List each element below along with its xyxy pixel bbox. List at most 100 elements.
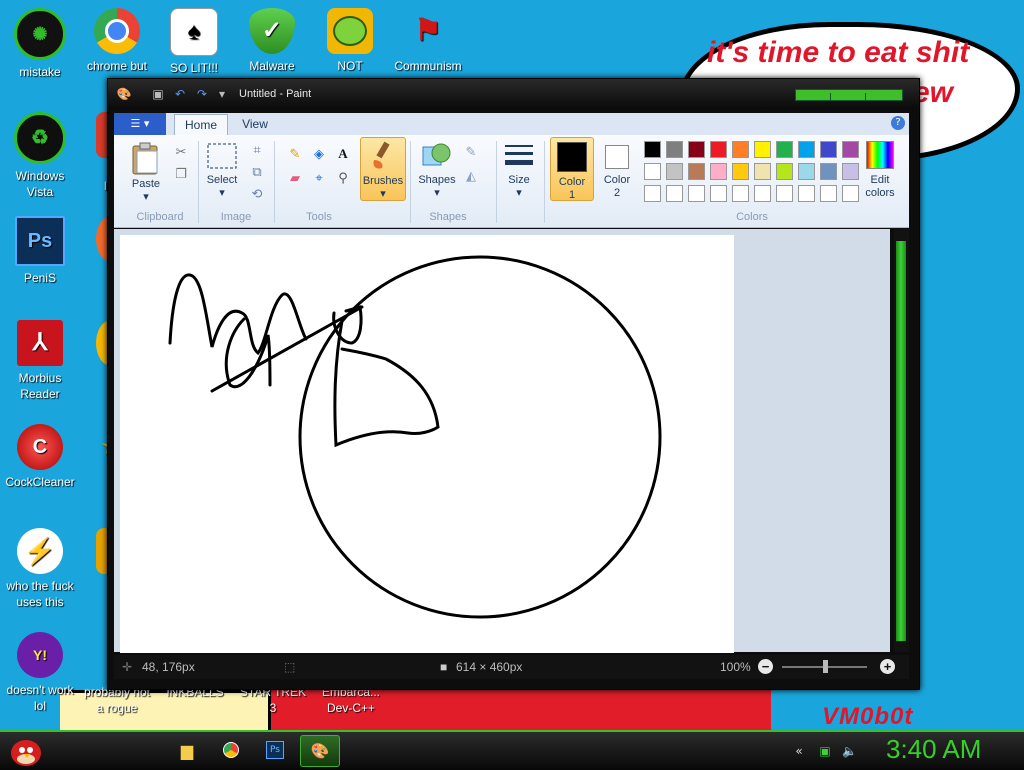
tray-expand-icon[interactable]: « [792, 744, 806, 758]
rotate-icon[interactable]: ⟲ [246, 183, 268, 205]
palette-swatch[interactable] [666, 163, 683, 180]
select-dropdown-icon[interactable]: ▾ [219, 187, 225, 199]
paste-icon [132, 142, 158, 175]
folder-icon: ▆ [180, 740, 194, 760]
palette-swatch[interactable] [798, 163, 815, 180]
select-button[interactable]: Select ▾ [202, 141, 242, 200]
help-icon[interactable]: ? [891, 116, 905, 130]
taskbar-photoshop-button[interactable]: Ps [256, 735, 294, 765]
taskbar-paint-button[interactable]: 🎨 [300, 735, 340, 767]
network-icon[interactable]: ▣ [818, 744, 832, 758]
shapes-label: Shapes [418, 174, 456, 186]
taskbar-chrome-button[interactable] [212, 735, 250, 765]
palette-swatch[interactable] [820, 163, 837, 180]
palette-swatch[interactable] [754, 163, 771, 180]
scrollbar-thumb[interactable] [896, 241, 906, 641]
color1-button[interactable]: Color 1 [550, 137, 594, 201]
maximize-button[interactable] [831, 93, 866, 101]
palette-swatch[interactable] [732, 185, 749, 202]
eraser-icon[interactable]: ▰ [284, 167, 306, 189]
ribbon-separator [496, 141, 497, 223]
cut-icon[interactable]: ✂ [170, 141, 192, 163]
palette-swatch[interactable] [666, 141, 683, 158]
palette-swatch[interactable] [732, 141, 749, 158]
zoom-in-button[interactable]: + [880, 659, 895, 674]
resize-icon[interactable]: ⧉ [246, 161, 268, 183]
palette-swatch[interactable] [820, 141, 837, 158]
close-button[interactable] [866, 93, 900, 101]
pencil-icon[interactable]: ✎ [284, 143, 306, 165]
edit-colors-button[interactable]: Edit colors [858, 141, 902, 200]
palette-swatch[interactable] [842, 185, 859, 202]
start-button[interactable] [6, 734, 46, 768]
drawing-canvas[interactable] [120, 235, 734, 653]
paste-dropdown-icon[interactable]: ▾ [143, 191, 149, 203]
tab-view[interactable]: View [232, 114, 278, 135]
ribbon-tabs: ☰ ▾ Home View ? [114, 113, 909, 136]
magnifier-icon[interactable]: ⚲ [332, 167, 354, 189]
customize-dropdown-icon[interactable]: ▾ [214, 87, 230, 101]
text-icon[interactable]: A [332, 143, 354, 165]
desktop-icon-malware[interactable]: ✓ Malware [232, 8, 312, 74]
palette-swatch[interactable] [732, 163, 749, 180]
brushes-button[interactable]: Brushes ▾ [360, 137, 406, 201]
palette-swatch[interactable] [644, 141, 661, 158]
palette-swatch[interactable] [842, 141, 859, 158]
volume-icon[interactable]: 🔈 [842, 744, 857, 758]
paste-button[interactable]: Paste ▾ [124, 141, 168, 204]
palette-swatch[interactable] [688, 185, 705, 202]
taskbar-explorer-button[interactable]: ▆ [168, 735, 206, 765]
brushes-dropdown-icon[interactable]: ▾ [380, 188, 386, 200]
desktop-icon-doesnt-work[interactable]: Y! doesn't work lol [0, 632, 80, 714]
palette-swatch[interactable] [820, 185, 837, 202]
color-picker-icon[interactable]: ⌖ [308, 167, 330, 189]
desktop-icon-so-lit[interactable]: ♠ SO LIT!!! [154, 8, 234, 76]
taskbar-clock[interactable]: 3:40 AM [886, 734, 981, 765]
title-bar[interactable]: 🎨 ▣ ↶ ↷ ▾ Untitled - Paint [108, 79, 919, 109]
color2-button[interactable]: Color 2 [596, 137, 638, 199]
palette-swatch[interactable] [688, 141, 705, 158]
outline-icon[interactable]: ✎ [460, 141, 482, 163]
copy-icon[interactable]: ❐ [170, 163, 192, 185]
desktop-icon-not[interactable]: NOT [310, 8, 390, 74]
palette-swatch[interactable] [710, 185, 727, 202]
ccleaner-icon: C [17, 424, 63, 470]
vertical-scrollbar[interactable] [894, 229, 909, 652]
paint-app-icon[interactable]: 🎨 [116, 87, 132, 101]
desktop-icon-mistake[interactable]: ✺ mistake [0, 8, 80, 80]
palette-swatch[interactable] [710, 141, 727, 158]
shapes-button[interactable]: Shapes ▾ [416, 141, 458, 200]
palette-swatch[interactable] [776, 141, 793, 158]
palette-swatch[interactable] [842, 163, 859, 180]
palette-swatch[interactable] [644, 163, 661, 180]
palette-swatch[interactable] [798, 141, 815, 158]
zoom-out-button[interactable]: − [758, 659, 773, 674]
undo-icon[interactable]: ↶ [172, 87, 188, 101]
status-bar: ✛ 48, 176px ⬚ ■ 614 × 460px 100% − + [114, 655, 909, 679]
zoom-slider-thumb[interactable] [823, 660, 828, 673]
shapes-dropdown-icon[interactable]: ▾ [434, 187, 440, 199]
palette-swatch[interactable] [798, 185, 815, 202]
palette-swatch[interactable] [666, 185, 683, 202]
size-button[interactable]: Size ▾ [500, 141, 538, 200]
fill-shape-icon[interactable]: ◭ [460, 165, 482, 187]
tab-home[interactable]: Home [174, 114, 228, 136]
desktop-icon-label: SO LIT!!! [169, 61, 218, 75]
minimize-button[interactable] [796, 93, 831, 101]
palette-swatch[interactable] [754, 141, 771, 158]
redo-icon[interactable]: ↷ [194, 87, 210, 101]
crop-icon[interactable]: ⌗ [246, 139, 268, 161]
palette-swatch[interactable] [644, 185, 661, 202]
palette-swatch[interactable] [776, 185, 793, 202]
palette-swatch[interactable] [710, 163, 727, 180]
size-dropdown-icon[interactable]: ▾ [516, 187, 522, 199]
photoshop-icon: Ps [15, 216, 65, 266]
fill-icon[interactable]: ◈ [308, 143, 330, 165]
palette-swatch[interactable] [754, 185, 771, 202]
desktop-icon-communism[interactable]: ⚑ Communism [388, 8, 468, 74]
palette-swatch[interactable] [776, 163, 793, 180]
palette-swatch[interactable] [688, 163, 705, 180]
file-menu-button[interactable]: ☰ ▾ [114, 113, 166, 135]
desktop-icon-label: mistake [19, 65, 61, 79]
save-icon[interactable]: ▣ [150, 87, 166, 101]
